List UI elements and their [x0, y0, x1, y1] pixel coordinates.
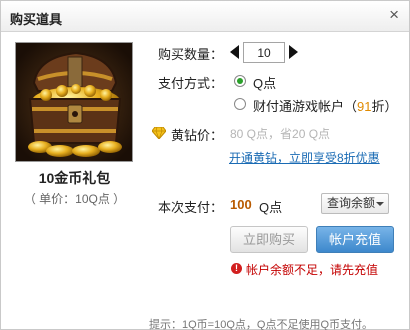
quantity-label: 购买数量：: [158, 47, 224, 62]
quantity-increase-arrow-icon[interactable]: [289, 45, 298, 59]
exchange-tip: 提示：1Q币=10Q点，Q点不足使用Q币支付。: [149, 319, 374, 330]
chevron-down-icon: [376, 202, 384, 206]
open-vip-link[interactable]: 开通黄钻，立即享受8折优惠: [229, 149, 380, 166]
vip-price-label: 黄钻价：: [171, 128, 224, 143]
product-unit-price: （ 单价：10Q点 ）: [23, 192, 126, 206]
total-amount: 100: [230, 197, 252, 212]
tenpay-label-prefix: 财付通游戏帐户（: [253, 99, 358, 114]
quantity-decrease-arrow-icon[interactable]: [230, 45, 239, 59]
payment-radio-qpoints[interactable]: [234, 75, 246, 87]
treasure-chest-icon: [16, 43, 132, 161]
product-image: [15, 42, 133, 162]
total-label: 本次支付：: [158, 200, 224, 215]
insufficient-balance-message: 帐户余额不足，请先充值: [246, 263, 379, 277]
vip-price-text: 80 Q点，省20 Q点: [230, 127, 331, 141]
buy-now-button[interactable]: 立即购买: [230, 226, 308, 253]
payment-option-tenpay[interactable]: 财付通游戏帐户（91折）: [253, 96, 398, 115]
purchase-dialog: 购买道具 × 10金币礼包 （ 单价：10Q点 ） 购买数量： 10 支付方式：…: [0, 0, 410, 330]
payment-label: 支付方式：: [158, 76, 224, 91]
tenpay-discount: 91: [357, 99, 372, 114]
yellow-diamond-icon: [151, 126, 167, 142]
payment-option-qpoints[interactable]: Q点: [253, 73, 276, 92]
dialog-title: 购买道具: [10, 12, 63, 27]
payment-radio-tenpay[interactable]: [234, 98, 246, 110]
error-icon: !: [231, 263, 242, 274]
close-icon[interactable]: ×: [389, 6, 399, 24]
check-balance-dropdown[interactable]: 查询余额: [321, 193, 389, 214]
tenpay-label-suffix: 折）: [371, 99, 398, 114]
check-balance-label: 查询余额: [327, 196, 376, 210]
quantity-input[interactable]: [243, 42, 285, 63]
product-name: 10金币礼包: [38, 170, 111, 186]
title-bar: 购买道具 ×: [1, 1, 409, 32]
recharge-button[interactable]: 帐户充值: [316, 226, 394, 253]
total-unit: Q点: [259, 200, 283, 215]
